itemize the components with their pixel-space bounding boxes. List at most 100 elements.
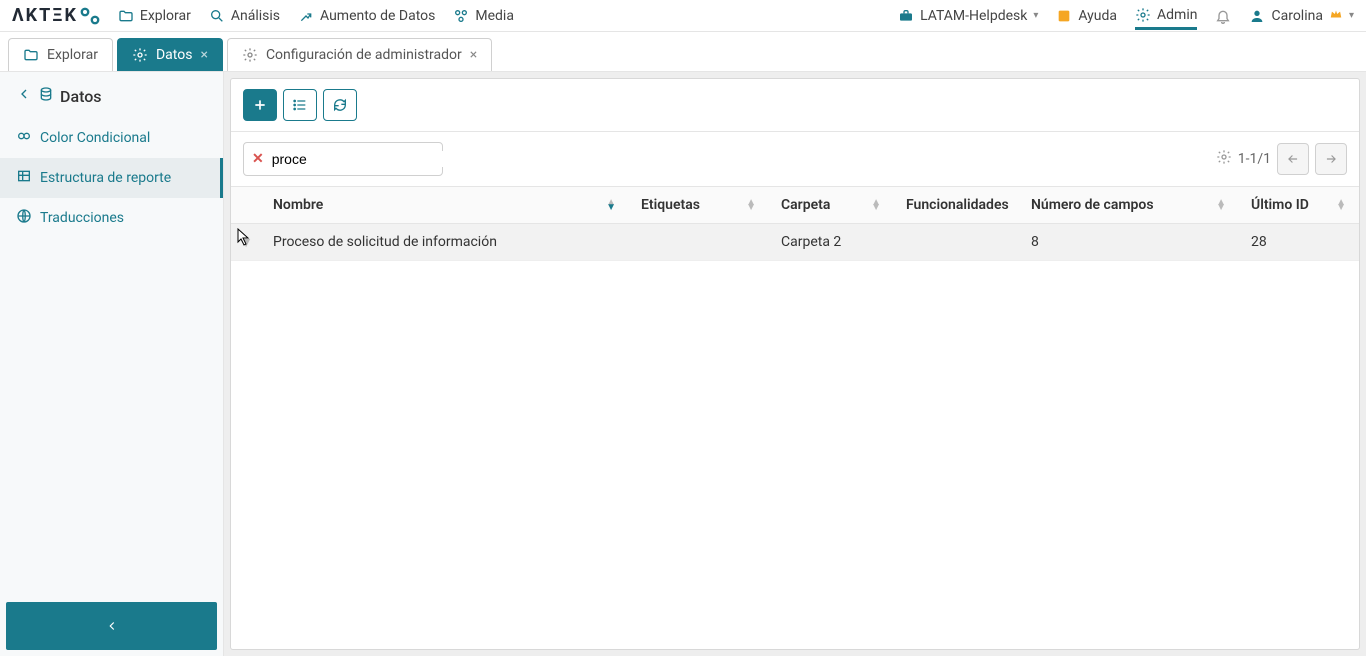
cell-numero-campos: 8 <box>1019 224 1239 260</box>
list-button[interactable] <box>283 89 317 121</box>
th-label: Funcionalidades <box>906 197 1009 213</box>
sort-icon: ▲▼ <box>1216 200 1226 210</box>
tab-close-button[interactable]: × <box>200 47 207 63</box>
arrow-up-right-icon <box>298 8 314 24</box>
th-label: Nombre <box>273 197 323 213</box>
th-ultimo-id[interactable]: Último ID ▲▼ <box>1239 187 1359 223</box>
add-button[interactable] <box>243 89 277 121</box>
sidebar-items: Color Condicional Estructura de reporte … <box>0 118 223 596</box>
database-icon <box>38 86 54 106</box>
cell-carpeta: Carpeta 2 <box>769 224 894 260</box>
th-label: Carpeta <box>781 197 830 213</box>
th-label: Último ID <box>1251 197 1309 213</box>
tab-config-admin[interactable]: Configuración de administrador × <box>227 38 492 71</box>
cell-etiquetas <box>629 232 769 252</box>
content-area: ✕ 1-1/1 <box>224 72 1366 656</box>
table-row[interactable]: ▼ Proceso de solicitud de información Ca… <box>231 224 1359 261</box>
magnifier-icon <box>209 8 225 24</box>
media-icon <box>453 8 469 24</box>
main-layout: Datos Color Condicional Estructura de re… <box>0 72 1366 656</box>
th-nombre[interactable]: Nombre ▲▼ <box>261 187 629 223</box>
pager-next-button[interactable] <box>1315 143 1347 175</box>
cell-funcionalidades <box>894 232 1019 252</box>
th-label: Etiquetas <box>641 197 700 213</box>
clear-search-icon[interactable]: ✕ <box>252 151 264 167</box>
content-panel: ✕ 1-1/1 <box>230 78 1360 650</box>
folder-icon <box>118 8 134 24</box>
search-input[interactable] <box>272 151 453 167</box>
nav-label: Aumento de Datos <box>320 8 435 24</box>
help-icon <box>1056 8 1072 24</box>
cell-ultimo-id: 28 <box>1239 224 1359 260</box>
gear-icon <box>1135 7 1151 23</box>
sidebar-item-color-condicional[interactable]: Color Condicional <box>0 118 223 158</box>
sort-icon: ▲▼ <box>606 200 616 210</box>
tab-explorar[interactable]: Explorar <box>8 38 113 71</box>
sort-icon: ▲▼ <box>746 200 756 210</box>
chevron-down-icon: ▾ <box>1349 10 1354 21</box>
admin-link[interactable]: Admin <box>1135 7 1197 30</box>
admin-label: Admin <box>1157 7 1197 23</box>
pager: 1-1/1 <box>1216 143 1347 175</box>
th-numero-campos[interactable]: Número de campos ▲▼ <box>1019 187 1239 223</box>
nav-label: Media <box>475 8 514 24</box>
nav-aumento-datos[interactable]: Aumento de Datos <box>298 8 435 24</box>
sidebar-item-label: Traducciones <box>40 210 124 226</box>
nav-label: Análisis <box>231 8 280 24</box>
pager-text: 1-1/1 <box>1238 151 1271 167</box>
filter-row: ✕ 1-1/1 <box>231 132 1359 187</box>
tab-label: Explorar <box>47 47 98 63</box>
th-etiquetas[interactable]: Etiquetas ▲▼ <box>629 187 769 223</box>
th-funcionalidades[interactable]: Funcionalidades <box>894 187 1019 223</box>
sidebar-item-estructura-reporte[interactable]: Estructura de reporte <box>0 158 223 198</box>
table-header: Nombre ▲▼ Etiquetas ▲▼ Carpeta ▲▼ Funcio… <box>231 187 1359 224</box>
folder-icon <box>23 47 39 63</box>
sidebar-item-label: Color Condicional <box>40 130 150 146</box>
th-expand <box>231 187 261 223</box>
secondary-nav: LATAM-Helpdesk ▾ Ayuda Admin Carolina <box>898 7 1354 25</box>
help-link[interactable]: Ayuda <box>1056 8 1117 24</box>
sort-icon: ▲▼ <box>871 200 881 210</box>
table-icon <box>16 168 32 188</box>
sidebar-title: Datos <box>60 87 102 106</box>
sidebar-item-traducciones[interactable]: Traducciones <box>0 198 223 238</box>
tab-label: Datos <box>156 47 192 63</box>
primary-nav: Explorar Análisis Aumento de Datos Media <box>118 8 898 24</box>
nav-explorar[interactable]: Explorar <box>118 8 191 24</box>
bell-icon <box>1215 8 1231 24</box>
user-name: Carolina <box>1271 8 1322 24</box>
data-table: Nombre ▲▼ Etiquetas ▲▼ Carpeta ▲▼ Funcio… <box>231 187 1359 649</box>
tab-datos[interactable]: Datos × <box>117 38 223 71</box>
view-tabs: Explorar Datos × Configuración de admini… <box>0 32 1366 72</box>
search-box: ✕ <box>243 142 443 176</box>
sort-icon: ▲▼ <box>1336 200 1346 210</box>
user-icon <box>1249 8 1265 24</box>
gear-icon <box>242 47 258 63</box>
chevron-down-icon: ▾ <box>1033 10 1038 21</box>
tab-label: Configuración de administrador <box>266 47 462 63</box>
top-navigation-bar: ΛKTΞK Explorar Análisis Aumento de Datos… <box>0 0 1366 32</box>
crown-icon <box>1329 7 1343 25</box>
cell-nombre: Proceso de solicitud de información <box>261 224 629 260</box>
row-expand-caret-icon[interactable]: ▼ <box>231 234 261 251</box>
gear-icon[interactable] <box>1216 149 1232 169</box>
help-label: Ayuda <box>1078 8 1117 24</box>
nav-media[interactable]: Media <box>453 8 514 24</box>
user-menu[interactable]: Carolina ▾ <box>1249 7 1354 25</box>
color-icon <box>16 128 32 148</box>
sidebar-header: Datos <box>0 72 223 118</box>
globe-icon <box>16 208 32 228</box>
pager-prev-button[interactable] <box>1277 143 1309 175</box>
nav-analisis[interactable]: Análisis <box>209 8 280 24</box>
sidebar: Datos Color Condicional Estructura de re… <box>0 72 224 656</box>
nav-label: Explorar <box>140 8 191 24</box>
workspace-selector[interactable]: LATAM-Helpdesk ▾ <box>898 8 1038 24</box>
tab-close-button[interactable]: × <box>470 47 477 63</box>
back-arrow-icon[interactable] <box>16 86 32 106</box>
notifications-button[interactable] <box>1215 8 1231 24</box>
refresh-button[interactable] <box>323 89 357 121</box>
th-carpeta[interactable]: Carpeta ▲▼ <box>769 187 894 223</box>
gear-icon <box>132 47 148 63</box>
sidebar-collapse-button[interactable] <box>6 602 217 650</box>
th-label: Número de campos <box>1031 197 1154 213</box>
